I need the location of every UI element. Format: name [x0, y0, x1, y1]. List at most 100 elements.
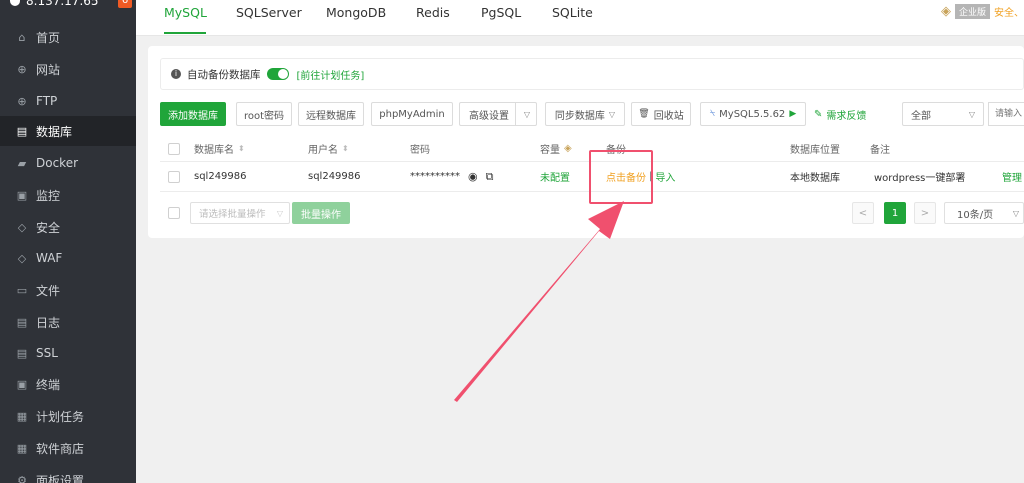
advanced-settings-label: 高级设置 — [469, 110, 509, 122]
mysql-version-button[interactable]: ⍀ MySQL5.5.62 ▶ — [700, 102, 806, 126]
sidebar-item-label: Docker — [36, 156, 79, 170]
copy-icon[interactable]: ⧉ — [486, 170, 494, 184]
tab-sqlite[interactable]: SQLite — [552, 5, 593, 20]
feedback-link[interactable]: ✎ 需求反馈 — [814, 102, 866, 126]
capacity-cell[interactable]: 未配置 — [540, 162, 570, 191]
sidebar-item-database[interactable]: ▤ 数据库 — [0, 116, 136, 146]
server-icon — [10, 0, 20, 6]
server-info: 8.137.17.65 6 — [0, 0, 136, 10]
goto-cron-link[interactable]: [前往计划任务] — [297, 67, 365, 82]
add-database-button[interactable]: 添加数据库 — [160, 102, 226, 126]
active-tab-indicator — [164, 32, 206, 34]
next-page-button[interactable]: > — [914, 202, 936, 224]
sidebar-item-label: 终端 — [36, 377, 61, 392]
sidebar-item-home[interactable]: ⌂ 首页 — [0, 22, 136, 52]
location-cell: 本地数据库 — [790, 173, 840, 184]
sidebar-item-apps[interactable]: ▦ 软件商店 — [0, 433, 136, 463]
sidebar-item-label: 软件商店 — [36, 441, 85, 456]
sidebar-item-label: FTP — [36, 94, 58, 108]
tab-pgsql[interactable]: PgSQL — [481, 5, 521, 20]
import-link[interactable]: 导入 — [655, 169, 675, 184]
batch-select-placeholder: 请选择批量操作 — [199, 209, 266, 220]
mysql-version-label: MySQL5.5.62 — [719, 108, 786, 120]
enterprise-badge[interactable]: ◈ 企业版 安全、 — [941, 4, 1024, 19]
sync-database-label: 同步数据库 — [554, 110, 605, 122]
col-password: 密码 — [410, 145, 430, 156]
sidebar-item-settings[interactable]: ⚙ 面板设置 — [0, 465, 136, 483]
terminal-icon: ▣ — [16, 377, 28, 391]
edit-icon: ✎ — [814, 108, 823, 120]
settings-icon: ⚙ — [17, 473, 27, 483]
sidebar-item-log[interactable]: ▤ 日志 — [0, 307, 136, 337]
database-icon: ▤ — [16, 124, 28, 138]
filter-select[interactable]: 全部 ▽ — [902, 102, 984, 126]
batch-operation-select[interactable]: 请选择批量操作 ▽ — [190, 202, 290, 224]
footer-select-all-checkbox[interactable] — [168, 207, 180, 219]
sidebar-item-terminal[interactable]: ▣ 终端 — [0, 369, 136, 399]
tab-mongodb[interactable]: MongoDB — [326, 5, 386, 20]
info-icon: i — [171, 69, 181, 79]
tab-sqlserver[interactable]: SQLServer — [236, 5, 302, 20]
db-type-tabs: MySQL SQLServer MongoDB Redis PgSQL SQLi… — [136, 0, 1024, 36]
prev-page-button[interactable]: < — [852, 202, 874, 224]
play-icon: ▶ — [789, 109, 797, 119]
sidebar-item-shield[interactable]: ◇ 安全 — [0, 212, 136, 242]
ftp-icon: ⊕ — [17, 94, 27, 108]
diamond-icon: ◈ — [940, 4, 951, 19]
sort-icon: ⬍ — [342, 144, 349, 153]
remote-database-button[interactable]: 远程数据库 — [298, 102, 364, 126]
phpmyadmin-button[interactable]: phpMyAdmin — [371, 102, 453, 126]
col-location: 数据库位置 — [790, 145, 840, 156]
log-icon: ▤ — [16, 315, 28, 329]
advanced-settings-button[interactable]: 高级设置 ▽ — [459, 102, 537, 126]
chevron-down-icon[interactable]: ▽ — [524, 110, 530, 119]
sidebar-item-label: 网站 — [36, 62, 61, 77]
recycle-bin-button[interactable]: 🗑 回收站 — [631, 102, 691, 126]
db-name-cell: sql249986 — [194, 171, 247, 182]
password-cell: ********** ◉ ⧉ — [410, 162, 493, 191]
sidebar-item-monitor[interactable]: ▣ 监控 — [0, 180, 136, 210]
chevron-down-icon: ▽ — [1012, 208, 1019, 218]
feedback-label: 需求反馈 — [826, 110, 867, 122]
select-all-checkbox[interactable] — [168, 142, 180, 155]
eye-icon[interactable]: ◉ — [468, 170, 478, 183]
tab-redis[interactable]: Redis — [416, 5, 450, 20]
page-1-button[interactable]: 1 — [884, 202, 906, 224]
sort-icon: ⬍ — [238, 144, 245, 153]
col-note: 备注 — [870, 145, 890, 156]
root-password-button[interactable]: root密码 — [236, 102, 292, 126]
server-ip: 8.137.17.65 — [26, 0, 99, 8]
manage-link[interactable]: 管理 — [1002, 162, 1022, 191]
sidebar-item-ftp[interactable]: ⊕ FTP — [0, 86, 136, 116]
notification-badge[interactable]: 6 — [118, 0, 132, 8]
col-user[interactable]: 用户名 ⬍ — [308, 136, 349, 161]
sidebar-item-label: 监控 — [36, 188, 61, 203]
row-checkbox[interactable] — [168, 170, 180, 183]
sidebar-item-waf[interactable]: ◇ WAF — [0, 243, 136, 273]
shield-icon: ◇ — [17, 220, 27, 234]
globe-icon: ⊕ — [17, 62, 27, 76]
sidebar-item-calendar[interactable]: ▦ 计划任务 — [0, 401, 136, 431]
sidebar-item-docker[interactable]: ▰ Docker — [0, 148, 136, 178]
waf-icon: ◇ — [17, 251, 27, 265]
search-input[interactable] — [988, 102, 1024, 126]
vip-diamond-icon: ◈ — [564, 143, 572, 154]
sidebar: 8.137.17.65 6 ⌂ 首页 ⊕ 网站 ⊕ FTP ▤ 数据库 ▰ Docker ▣ 监控 ◇ 安… — [0, 0, 136, 483]
tab-mysql[interactable]: MySQL — [164, 5, 207, 20]
col-db-name[interactable]: 数据库名 ⬍ — [194, 136, 245, 161]
note-cell[interactable]: wordpress一键部署 — [874, 162, 965, 191]
enterprise-tag: 企业版 — [954, 4, 990, 19]
sidebar-item-globe[interactable]: ⊕ 网站 — [0, 54, 136, 84]
sidebar-item-label: 日志 — [36, 315, 61, 330]
filter-value: 全部 — [911, 110, 931, 122]
sidebar-item-label: 面板设置 — [36, 473, 85, 483]
sync-database-button[interactable]: 同步数据库 ▽ — [545, 102, 625, 126]
batch-operation-button[interactable]: 批量操作 — [292, 202, 350, 224]
enterprise-text: 安全、 — [994, 8, 1024, 19]
home-icon: ⌂ — [18, 30, 26, 44]
auto-backup-toggle[interactable] — [266, 68, 289, 80]
sidebar-item-ssl[interactable]: ▤ SSL — [0, 338, 136, 368]
page-size-select[interactable]: 10条/页 ▽ — [944, 202, 1024, 224]
sidebar-item-folder[interactable]: ▭ 文件 — [0, 275, 136, 305]
monitor-icon: ▣ — [16, 188, 28, 202]
